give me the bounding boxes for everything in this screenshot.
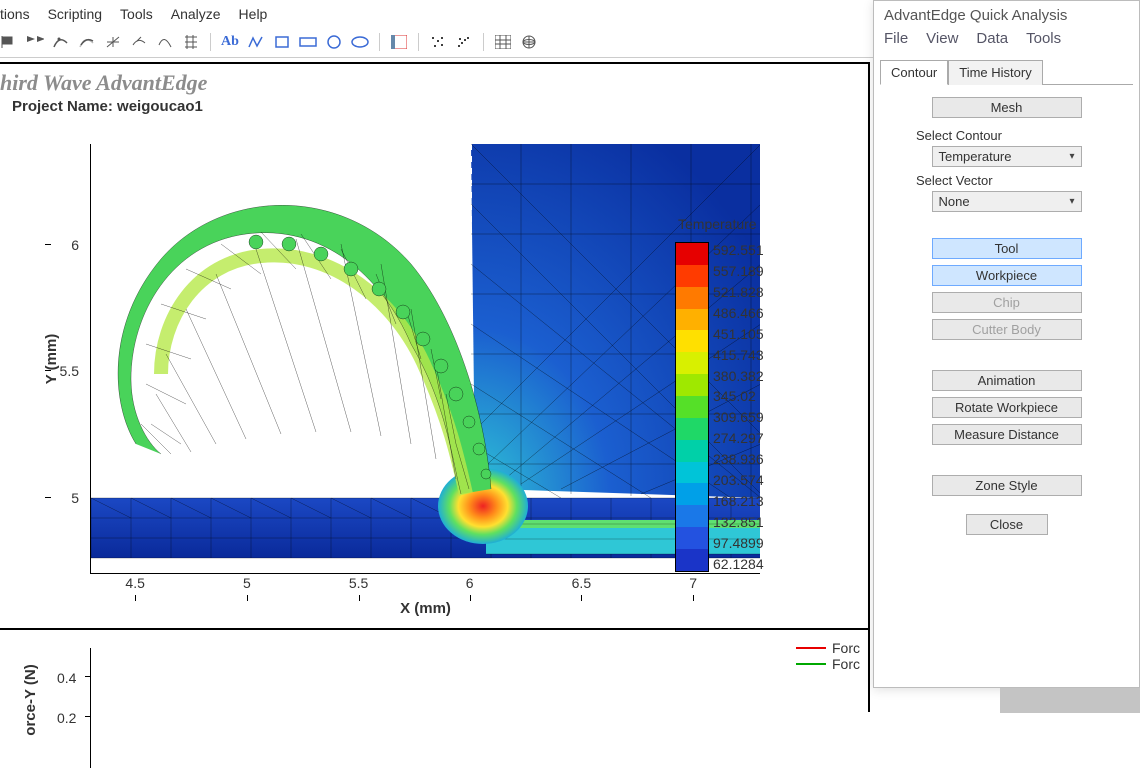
chevron-down-icon: ▾ xyxy=(1069,196,1074,207)
colorbar: Temperature 592.551 557.189 521.828 486.… xyxy=(675,242,709,572)
curve1-icon[interactable] xyxy=(52,33,70,51)
x-axis-label: X (mm) xyxy=(400,600,451,617)
background-strip xyxy=(1000,688,1140,713)
text-ab-icon[interactable]: Ab xyxy=(221,33,239,51)
menu-item[interactable]: tions xyxy=(0,6,30,22)
toolbar-separator xyxy=(379,33,380,51)
y-axis-label-2: orce-Y (N) xyxy=(22,664,39,735)
menu-item[interactable]: Scripting xyxy=(48,6,102,22)
curve2-icon[interactable] xyxy=(78,33,96,51)
tab-contour[interactable]: Contour xyxy=(880,60,948,85)
zigzag-icon[interactable] xyxy=(247,33,265,51)
panel-menubar: File View Data Tools xyxy=(874,26,1139,55)
scatter2-icon[interactable] xyxy=(455,33,473,51)
select-contour-label: Select Contour xyxy=(916,128,1125,143)
project-name: Project Name: weigoucao1 xyxy=(12,98,203,115)
circle-icon[interactable] xyxy=(325,33,343,51)
spline-edit-icon[interactable] xyxy=(130,33,148,51)
toolbar-separator xyxy=(483,33,484,51)
app-title: hird Wave AdvantEdge xyxy=(0,70,207,96)
mesh-tool-icon[interactable] xyxy=(182,33,200,51)
tab-time-history[interactable]: Time History xyxy=(948,60,1042,85)
toolbar-separator xyxy=(418,33,419,51)
panel-menu-item[interactable]: Tools xyxy=(1026,30,1061,47)
grid-icon[interactable] xyxy=(494,33,512,51)
menu-item[interactable]: Analyze xyxy=(171,6,221,22)
force-plot[interactable]: orce-Y (N) 0.4 0.2 Forc Forc xyxy=(0,628,870,778)
chevron-down-icon: ▾ xyxy=(1069,151,1074,162)
flag-icon[interactable] xyxy=(0,33,18,51)
plot-frame: hird Wave AdvantEdge Project Name: weigo… xyxy=(0,62,870,712)
spline2-icon[interactable] xyxy=(156,33,174,51)
x-axis-ticks: 4.5 5 5.5 6 6.5 7 xyxy=(91,575,760,595)
plot-canvas xyxy=(91,144,760,573)
menu-item[interactable]: Help xyxy=(239,6,268,22)
flags-icon[interactable] xyxy=(26,33,44,51)
force-legend: Forc Forc xyxy=(796,640,860,672)
cutter-body-button[interactable]: Cutter Body xyxy=(932,319,1082,340)
toolbar-separator xyxy=(210,33,211,51)
y-axis-label: Y (mm) xyxy=(43,333,60,384)
menu-item[interactable]: Tools xyxy=(120,6,153,22)
panel-menu-item[interactable]: View xyxy=(926,30,958,47)
close-button[interactable]: Close xyxy=(966,514,1048,535)
tool-button[interactable]: Tool xyxy=(932,238,1082,259)
tab-body-contour: Mesh Select Contour Temperature ▾ Select… xyxy=(880,84,1133,553)
rotate-workpiece-button[interactable]: Rotate Workpiece xyxy=(932,397,1082,418)
panel-tabs: Contour Time History xyxy=(880,59,1139,84)
rect-icon[interactable] xyxy=(299,33,317,51)
panel-title: AdvantEdge Quick Analysis xyxy=(874,1,1139,26)
panel-menu-item[interactable]: File xyxy=(884,30,908,47)
chip-button[interactable]: Chip xyxy=(932,292,1082,313)
animation-button[interactable]: Animation xyxy=(932,370,1082,391)
square-icon[interactable] xyxy=(273,33,291,51)
ellipse-icon[interactable] xyxy=(351,33,369,51)
red-frame-icon[interactable] xyxy=(390,33,408,51)
zone-style-button[interactable]: Zone Style xyxy=(932,475,1082,496)
measure-distance-button[interactable]: Measure Distance xyxy=(932,424,1082,445)
select-contour[interactable]: Temperature ▾ xyxy=(932,146,1082,167)
axis-cross-icon[interactable] xyxy=(104,33,122,51)
contour-plot[interactable]: 4.5 5 5.5 6 6.5 7 5 5.5 6 X (mm) Y (mm) xyxy=(90,144,760,574)
globe-icon[interactable] xyxy=(520,33,538,51)
quick-analysis-panel: AdvantEdge Quick Analysis File View Data… xyxy=(873,0,1140,688)
workpiece-button[interactable]: Workpiece xyxy=(932,265,1082,286)
select-vector[interactable]: None ▾ xyxy=(932,191,1082,212)
scatter-icon[interactable] xyxy=(429,33,447,51)
panel-menu-item[interactable]: Data xyxy=(976,30,1008,47)
colorbar-title: Temperature xyxy=(678,216,757,232)
select-vector-label: Select Vector xyxy=(916,173,1125,188)
mesh-button[interactable]: Mesh xyxy=(932,97,1082,118)
